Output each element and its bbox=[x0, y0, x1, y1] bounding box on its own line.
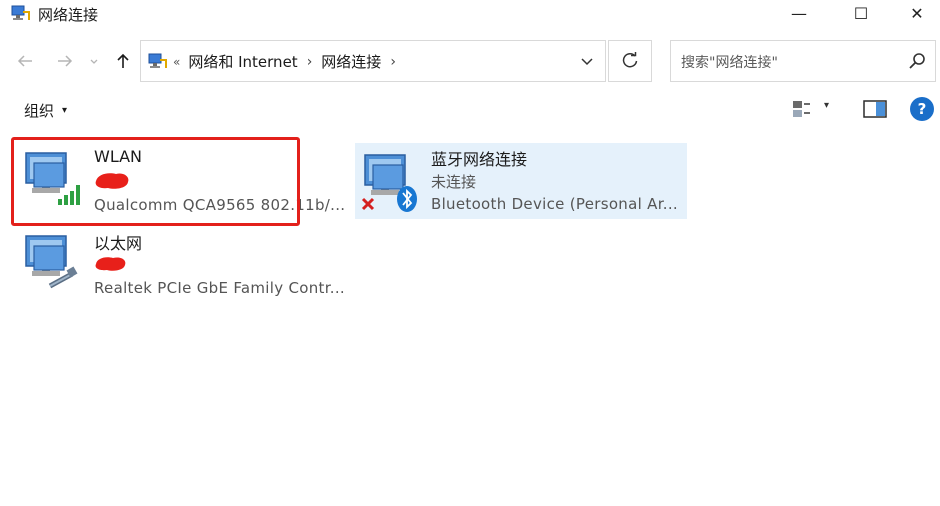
search-placeholder: 搜索"网络连接" bbox=[681, 55, 778, 71]
close-button[interactable]: ✕ bbox=[894, 0, 940, 26]
connection-name: 蓝牙网络连接 bbox=[431, 150, 528, 169]
arrow-up-icon bbox=[117, 53, 129, 68]
address-bar[interactable]: « 网络和 Internet › 网络连接 › bbox=[140, 40, 606, 82]
chevron-down-icon: ▾ bbox=[62, 105, 68, 116]
navigation-bar: « 网络和 Internet › 网络连接 › 搜索"网络连接" bbox=[0, 40, 940, 82]
refresh-button[interactable] bbox=[608, 40, 652, 82]
connection-status: 未连接 bbox=[431, 173, 477, 191]
maximize-button[interactable]: ☐ bbox=[832, 0, 890, 26]
organize-label: 组织 bbox=[24, 102, 55, 120]
search-icon[interactable] bbox=[907, 51, 927, 71]
refresh-icon bbox=[622, 52, 638, 68]
command-bar: 组织 ▾ ▾ ? bbox=[0, 96, 940, 126]
minimize-button[interactable]: — bbox=[770, 0, 828, 26]
breadcrumb: « 网络和 Internet › 网络连接 › bbox=[173, 51, 405, 72]
connection-device: Realtek PCIe GbE Family Contr... bbox=[94, 279, 345, 297]
breadcrumb-overflow[interactable]: « bbox=[173, 55, 180, 69]
preview-pane-icon[interactable] bbox=[863, 99, 887, 119]
highlight-annotation bbox=[11, 137, 300, 226]
redaction-mark bbox=[95, 257, 126, 271]
connection-item-bluetooth[interactable]: 蓝牙网络连接 未连接 Bluetooth Device (Personal Ar… bbox=[355, 143, 687, 219]
help-button[interactable]: ? bbox=[910, 97, 934, 121]
organize-menu-button[interactable]: 组织 ▾ bbox=[24, 100, 67, 121]
up-button[interactable] bbox=[110, 48, 136, 74]
recent-locations-button[interactable] bbox=[86, 48, 102, 74]
title-bar: 网络连接 — ☐ ✕ bbox=[0, 0, 940, 28]
connection-item-ethernet[interactable]: 以太网 Realtek PCIe GbE Family Contr... bbox=[20, 228, 360, 303]
network-connections-icon bbox=[11, 5, 30, 20]
breadcrumb-separator[interactable]: › bbox=[390, 54, 396, 70]
breadcrumb-network-internet[interactable]: 网络和 Internet bbox=[188, 51, 297, 72]
back-button[interactable] bbox=[12, 48, 38, 74]
chevron-down-icon bbox=[90, 59, 98, 64]
breadcrumb-network-connections[interactable]: 网络连接 bbox=[321, 51, 381, 72]
address-history-button[interactable] bbox=[577, 51, 597, 71]
arrow-right-icon bbox=[58, 55, 73, 67]
connection-device: Bluetooth Device (Personal Ar... bbox=[431, 195, 678, 213]
connection-name: 以太网 bbox=[94, 234, 143, 253]
ethernet-network-icon bbox=[25, 235, 78, 289]
arrow-left-icon bbox=[17, 55, 32, 67]
forward-button[interactable] bbox=[52, 48, 78, 74]
search-input[interactable]: 搜索"网络连接" bbox=[670, 40, 936, 82]
bluetooth-network-icon bbox=[361, 154, 417, 212]
change-view-icon[interactable] bbox=[790, 98, 812, 120]
chevron-down-icon bbox=[581, 58, 593, 66]
network-connections-icon bbox=[148, 53, 167, 68]
view-options-dropdown[interactable]: ▾ bbox=[824, 100, 829, 111]
breadcrumb-separator[interactable]: › bbox=[307, 54, 313, 70]
window-title: 网络连接 bbox=[38, 6, 99, 24]
